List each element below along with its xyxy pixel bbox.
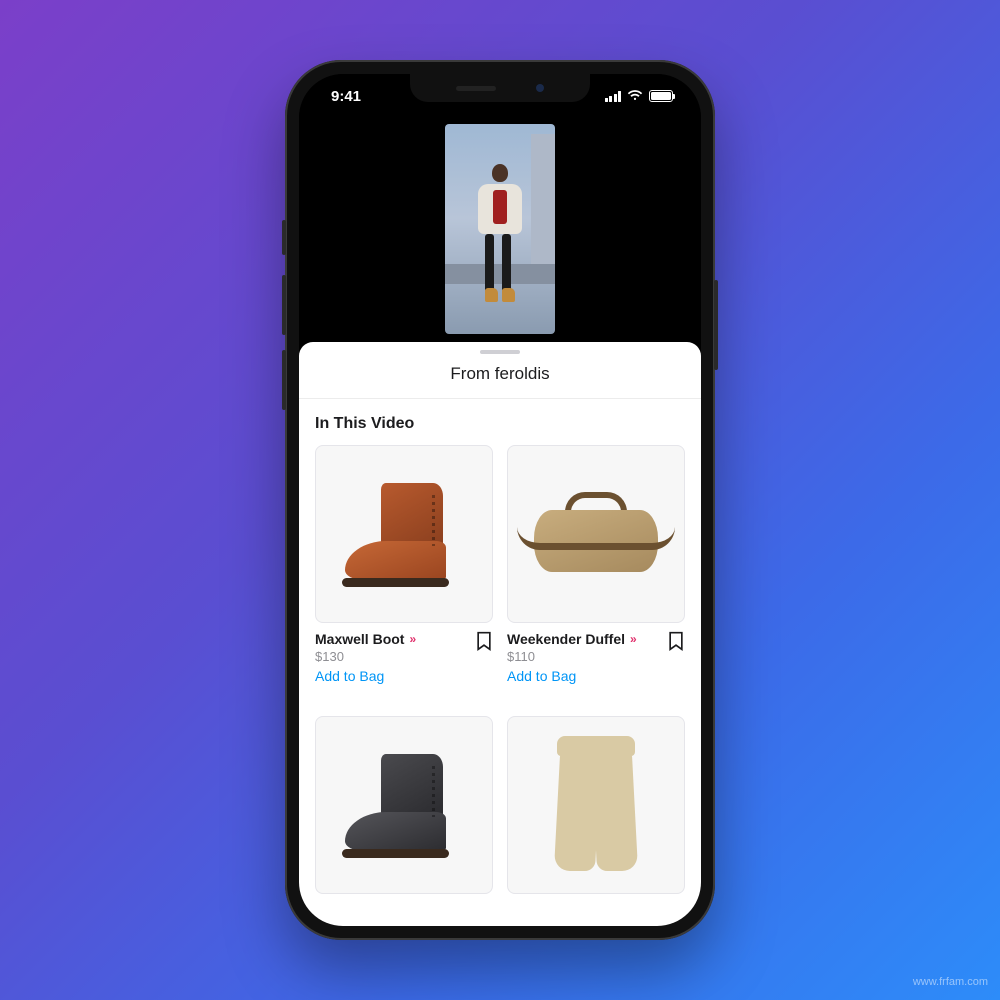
bookmark-icon[interactable] — [667, 631, 685, 656]
product-card[interactable]: Weekender Duffel » $110 Add to Bag — [507, 445, 685, 684]
product-image-duffel[interactable] — [507, 445, 685, 623]
add-to-bag-button[interactable]: Add to Bag — [507, 668, 634, 684]
product-name: Maxwell Boot — [315, 631, 404, 647]
bookmark-icon[interactable] — [475, 631, 493, 656]
product-price: $110 — [507, 649, 634, 664]
product-card[interactable] — [507, 716, 685, 894]
product-card[interactable]: Maxwell Boot » $130 Add to Bag — [315, 445, 493, 684]
section-title: In This Video — [299, 399, 701, 445]
chevron-right-icon: » — [409, 632, 413, 646]
volume-up-button — [282, 275, 286, 335]
power-button — [714, 280, 718, 370]
volume-down-button — [282, 350, 286, 410]
watermark: www.frfam.com — [913, 976, 988, 988]
sheet-drag-handle[interactable] — [480, 350, 520, 354]
status-time: 9:41 — [323, 88, 361, 105]
phone-screen: 9:41 — [299, 74, 701, 926]
product-name: Weekender Duffel — [507, 631, 625, 647]
product-image-chinos[interactable] — [507, 716, 685, 894]
phone-notch — [410, 74, 590, 102]
product-card[interactable] — [315, 716, 493, 894]
product-price: $130 — [315, 649, 413, 664]
phone-frame: 9:41 — [285, 60, 715, 940]
battery-icon — [649, 90, 673, 102]
mute-switch — [282, 220, 286, 255]
product-image-dark-boot[interactable] — [315, 716, 493, 894]
product-image-boot[interactable] — [315, 445, 493, 623]
add-to-bag-button[interactable]: Add to Bag — [315, 668, 413, 684]
cellular-signal-icon — [605, 91, 622, 102]
product-grid: Maxwell Boot » $130 Add to Bag — [299, 445, 701, 894]
video-area[interactable] — [299, 74, 701, 374]
chevron-right-icon: » — [630, 632, 634, 646]
wifi-icon — [627, 88, 643, 105]
sheet-title: From feroldis — [299, 364, 701, 399]
video-thumbnail[interactable] — [445, 124, 555, 334]
shopping-sheet[interactable]: From feroldis In This Video — [299, 342, 701, 926]
